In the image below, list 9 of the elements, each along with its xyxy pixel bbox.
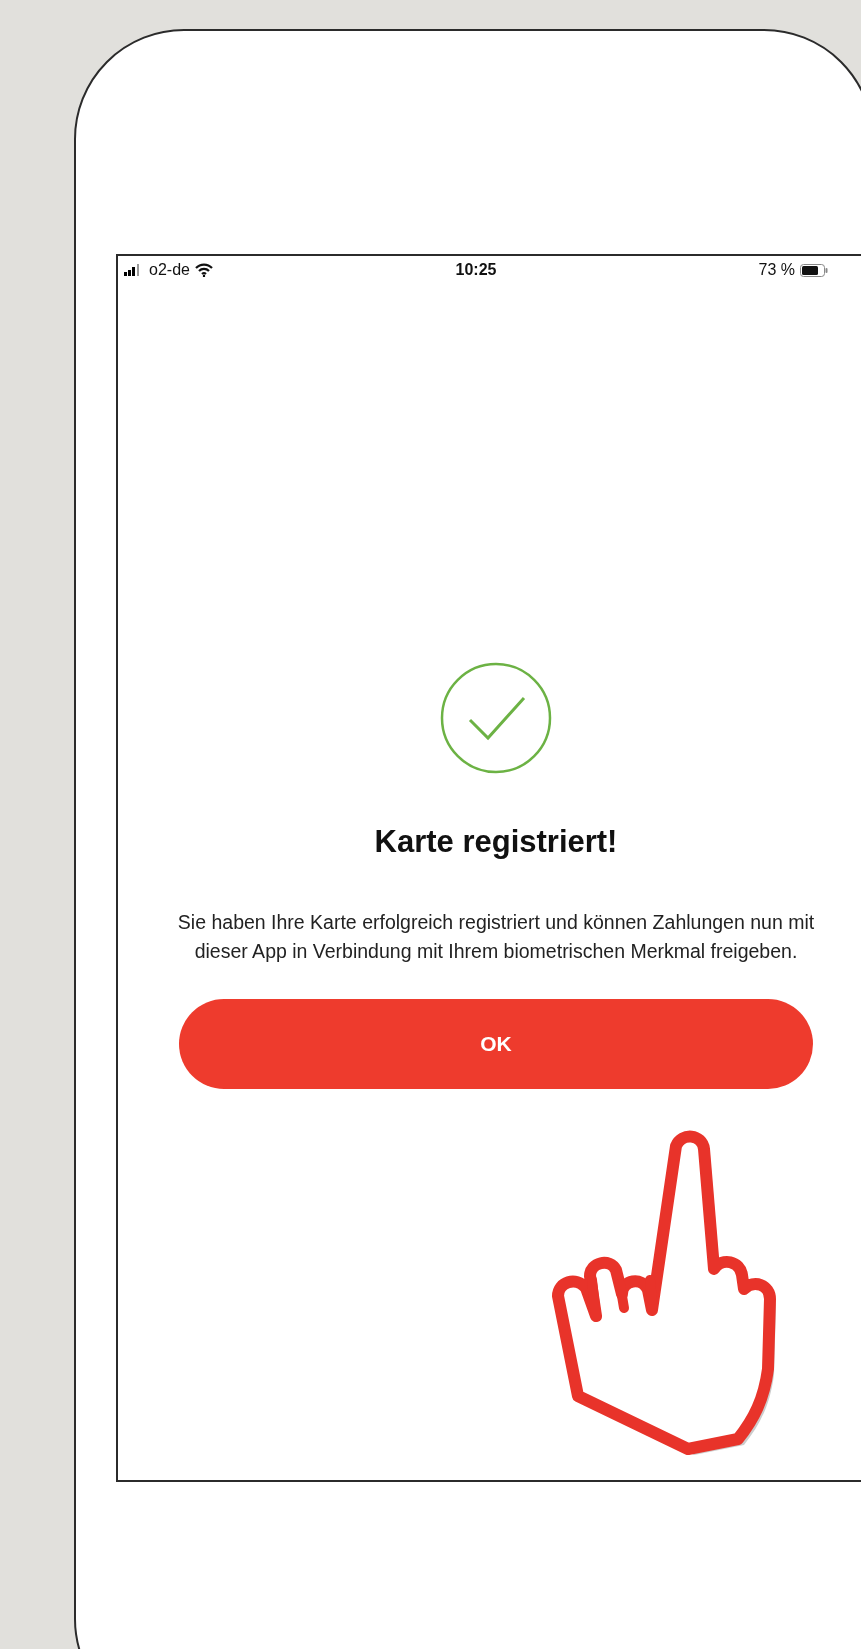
checkmark-icon [440, 662, 552, 774]
carrier-name: o2-de [149, 261, 190, 279]
battery-percent: 73 % [758, 261, 795, 279]
battery-icon [800, 263, 828, 277]
wifi-icon [194, 263, 213, 277]
ok-button[interactable]: OK [179, 998, 813, 1089]
confirmation-title: Karte registriert! [374, 824, 618, 860]
confirmation-message: Sie haben Ihre Karte erfolgreich registriert und können Zahlungen nun mit dieser App in Verbindung mit Ihrem biometrischen Merkmal freigeben. [176, 910, 816, 965]
status-time: 10:25 [455, 261, 497, 279]
